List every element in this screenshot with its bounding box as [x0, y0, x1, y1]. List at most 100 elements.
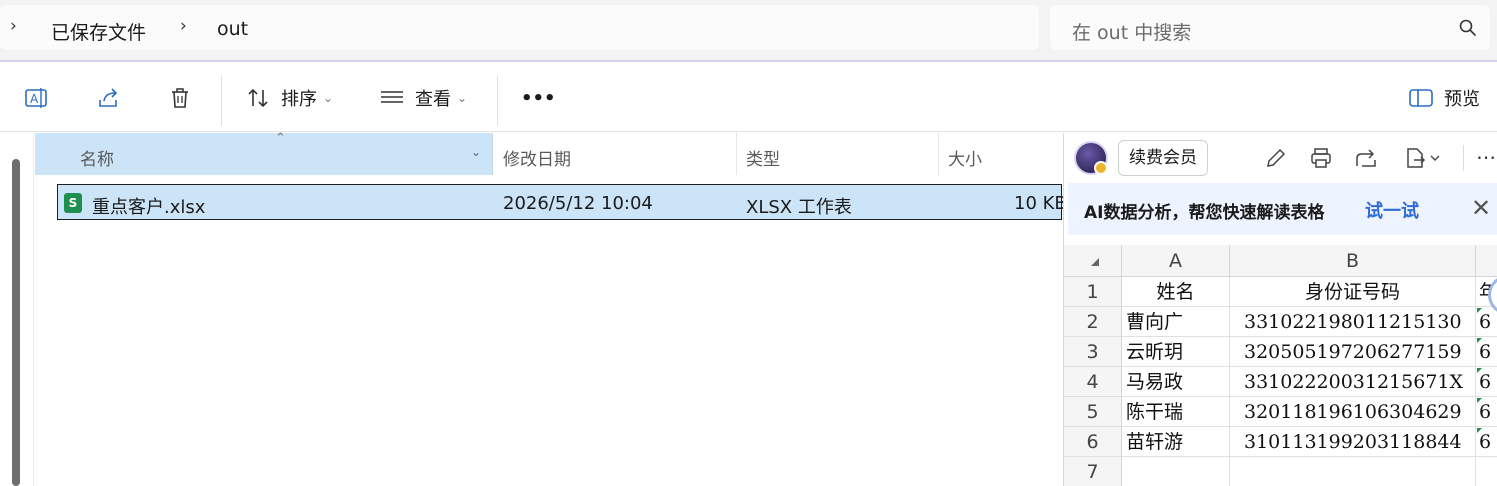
share-file-button[interactable] [1354, 146, 1378, 170]
printer-icon [1311, 148, 1331, 168]
more-options-button[interactable]: ••• [521, 84, 556, 112]
vip-badge-icon [1094, 161, 1108, 175]
row-header[interactable]: 6 [1064, 427, 1122, 457]
column-header-b[interactable]: B [1230, 245, 1476, 277]
chevron-down-icon: ⌄ [457, 91, 468, 105]
sheet-cell[interactable]: 6 [1476, 427, 1497, 457]
chevron-down-icon[interactable]: ⌄ [471, 145, 481, 159]
chevron-right-icon[interactable]: › [180, 16, 187, 36]
try-it-link[interactable]: 试一试 [1365, 197, 1419, 223]
file-size: 10 KB [1014, 193, 1067, 214]
sheet-cell[interactable]: 6 [1476, 337, 1497, 367]
column-header-modified-label: 修改日期 [503, 150, 571, 170]
sort-icon [248, 88, 268, 108]
sheet-cell[interactable]: 6 [1476, 397, 1497, 427]
column-header-a[interactable]: A [1122, 245, 1230, 277]
row-header[interactable]: 3 [1064, 337, 1122, 367]
chevron-right-icon[interactable]: › [10, 16, 17, 36]
sheet-cell[interactable]: 陈干瑞 [1122, 397, 1230, 427]
address-toolbar: › 已保存文件 › out 在 out 中搜索 [0, 0, 1497, 62]
share-button[interactable] [96, 84, 122, 112]
sheet-cell-value: 331022198011215130 [1244, 311, 1462, 333]
address-bar[interactable]: › 已保存文件 › out [0, 5, 1039, 50]
close-icon[interactable]: ✕ [1471, 194, 1491, 222]
search-icon[interactable] [1458, 18, 1478, 38]
sheet-cell-value: 320505197206277159 [1244, 341, 1462, 363]
sheet-cell[interactable]: 3310222003121567​1X [1230, 367, 1476, 397]
ai-banner-text: AI数据分析，帮您快速解读表格 [1084, 203, 1325, 223]
preview-toolbar-divider [1463, 145, 1464, 171]
sheet-cell-value: 320118196106304629 [1244, 401, 1462, 423]
sheet-cell-value: 曹向广 [1126, 311, 1184, 333]
sheet-cell[interactable]: 320505197206277159 [1230, 337, 1476, 367]
sheet-cell[interactable]: 6 [1476, 307, 1497, 337]
sheet-cell[interactable]: 身份证号码 [1230, 277, 1476, 307]
sheet-cell[interactable]: 320118196106304629 [1230, 397, 1476, 427]
sheet-cell[interactable]: 姓名 [1122, 277, 1230, 307]
row-header[interactable]: 1 [1064, 277, 1122, 307]
column-header-name[interactable]: ⌃ 名称 ⌄ [35, 131, 493, 175]
sheet-cell[interactable]: 曹向广 [1122, 307, 1230, 337]
column-divider[interactable] [938, 133, 939, 175]
sheet-cell-value: 6 [1479, 311, 1492, 333]
column-header-name-label: 名称 [80, 150, 114, 170]
preview-pane-button[interactable]: 预览 [1408, 84, 1480, 112]
more-options-icon[interactable]: ⋯ [1476, 145, 1497, 169]
column-header-size[interactable]: 大小 [948, 133, 1058, 175]
column-header-c[interactable] [1476, 245, 1497, 277]
command-bar: A 排序 ⌄ 查看 ⌄ ••• 预览 [0, 64, 1497, 132]
svg-text:A: A [30, 92, 39, 106]
select-all-corner[interactable] [1064, 245, 1122, 277]
preview-pane-icon [1409, 89, 1433, 107]
column-header-type[interactable]: 类型 [746, 133, 936, 175]
file-row-selected[interactable]: S 重点客户.xlsx 2026/5/12 10:04 XLSX 工作表 10 … [57, 184, 1067, 220]
toolbar-divider [497, 76, 498, 126]
sheet-cell-value: 3310222003121567​1X [1244, 371, 1464, 393]
file-name: 重点客户.xlsx [92, 197, 206, 218]
view-button[interactable]: 查看 ⌄ [379, 84, 467, 112]
rename-button[interactable]: A [23, 84, 49, 112]
share-arrow-icon [1356, 149, 1376, 167]
edit-button[interactable] [1264, 146, 1288, 170]
sort-label: 排序 [281, 89, 317, 110]
export-button[interactable] [1404, 146, 1444, 170]
pencil-icon [1267, 148, 1286, 167]
sheet-cell-value: 310113199203118844 [1244, 431, 1462, 453]
sort-ascending-icon: ⌃ [275, 131, 286, 146]
column-header-type-label: 类型 [746, 150, 780, 170]
row-header[interactable]: 5 [1064, 397, 1122, 427]
sheet-cell-value: 陈干瑞 [1126, 401, 1184, 423]
number-as-text-indicator-icon [1477, 428, 1482, 433]
search-input[interactable]: 在 out 中搜索 [1072, 18, 1191, 45]
column-header-modified[interactable]: 修改日期 [503, 133, 735, 175]
nav-scrollbar[interactable] [12, 159, 20, 486]
sheet-cell[interactable]: 苗轩游 [1122, 427, 1230, 457]
delete-button[interactable] [167, 84, 193, 112]
user-avatar[interactable] [1074, 141, 1108, 175]
row-header[interactable]: 2 [1064, 307, 1122, 337]
trash-icon [172, 88, 188, 108]
sort-button[interactable]: 排序 ⌄ [245, 84, 333, 112]
sheet-cell[interactable] [1476, 457, 1497, 486]
print-button[interactable] [1309, 146, 1333, 170]
row-header[interactable]: 7 [1064, 457, 1122, 486]
sheet-cell[interactable]: 6 [1476, 367, 1497, 397]
chevron-down-icon: ⌄ [323, 91, 334, 105]
excel-file-icon: S [64, 193, 82, 213]
column-divider[interactable] [736, 133, 737, 175]
sheet-cell[interactable] [1122, 457, 1230, 486]
preview-label: 预览 [1444, 89, 1480, 110]
navigation-pane [0, 133, 34, 486]
sheet-cell[interactable]: 331022198011215130 [1230, 307, 1476, 337]
breadcrumb-saved-files[interactable]: 已保存文件 [51, 18, 146, 45]
sheet-cell[interactable]: 马易政 [1122, 367, 1230, 397]
breadcrumb-out[interactable]: out [217, 18, 248, 40]
view-label: 查看 [415, 89, 451, 110]
renew-membership-button[interactable]: 续费会员 [1118, 140, 1208, 176]
row-header[interactable]: 4 [1064, 367, 1122, 397]
sheet-cell[interactable]: 云昕玥 [1122, 337, 1230, 367]
sheet-cell[interactable]: 310113199203118844 [1230, 427, 1476, 457]
search-box[interactable]: 在 out 中搜索 [1050, 5, 1490, 50]
file-modified: 2026/5/12 10:04 [503, 193, 653, 214]
sheet-cell[interactable] [1230, 457, 1476, 486]
